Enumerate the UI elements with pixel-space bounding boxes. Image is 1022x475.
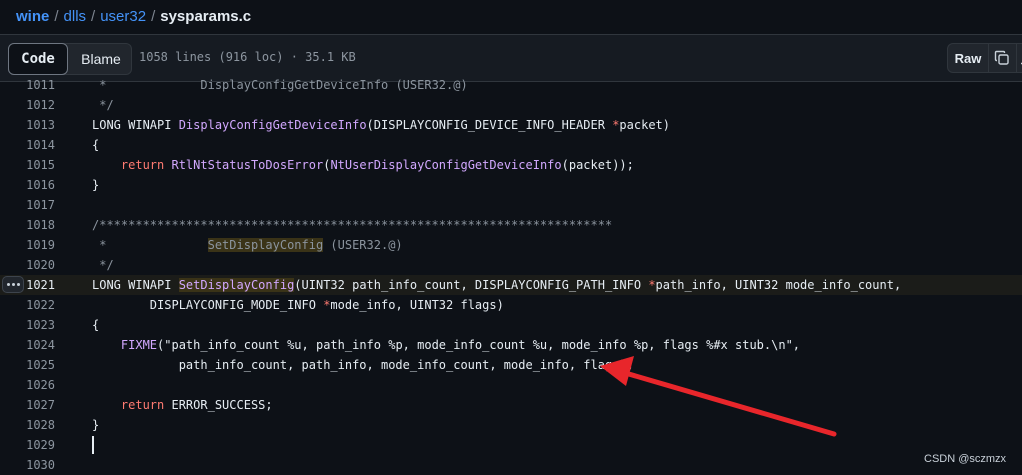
line-content: return RtlNtStatusToDosError(NtUserDispl… [120, 158, 634, 172]
line-content: { [92, 318, 100, 332]
line-number[interactable]: 1029 [0, 435, 55, 455]
code-line: 1015 return RtlNtStatusToDosError(NtUser… [0, 155, 1022, 175]
code-line: 1016} [0, 175, 1022, 195]
breadcrumb-separator: / [91, 8, 96, 25]
line-content: } [92, 418, 100, 432]
line-content: DISPLAYCONFIG_MODE_INFO *mode_info, UINT… [92, 298, 504, 312]
line-content: LONG WINAPI SetDisplayConfig(UINT32 path… [92, 278, 902, 292]
code-line: 1025 path_info_count, path_info, mode_in… [0, 355, 1022, 375]
breadcrumb-file-name: sysparams.c [160, 8, 252, 25]
line-number[interactable]: 1017 [0, 195, 55, 215]
code-line: 1018 /***********************************… [0, 215, 1022, 235]
line-number[interactable]: 1015 [0, 155, 55, 175]
line-number[interactable]: 1012 [0, 95, 55, 115]
code-line: 1027 return ERROR_SUCCESS; [0, 395, 1022, 415]
watermark: CSDN @sczmzx [924, 453, 1007, 465]
highlighted-symbol: DisplayConfigGetDeviceInfo [200, 78, 389, 92]
code-line: 1011 * DisplayConfigGetDeviceInfo (USER3… [0, 75, 1022, 95]
code-line-highlighted: 1021 LONG WINAPI SetDisplayConfig(UINT32 … [0, 275, 1022, 295]
raw-button[interactable]: Raw [948, 44, 989, 72]
copy-raw-button[interactable] [988, 44, 1017, 72]
line-number[interactable]: 1018 [0, 215, 55, 235]
code-line: 1024 FIXME("path_info_count %u, path_inf… [0, 335, 1022, 355]
line-number[interactable]: 1024 [0, 335, 55, 355]
code-view-button[interactable]: Code [8, 43, 68, 75]
highlighted-symbol: SetDisplayConfig [207, 238, 324, 252]
blame-view-button[interactable]: Blame [69, 43, 133, 75]
line-number[interactable]: 1023 [0, 315, 55, 335]
code-line: 1026 [0, 375, 1022, 395]
line-content: LONG WINAPI DisplayConfigGetDeviceInfo(D… [92, 118, 670, 132]
code-line: 1023 { [0, 315, 1022, 335]
kebab-dot [11, 283, 15, 286]
code-line: 1013 LONG WINAPI DisplayConfigGetDeviceIn… [0, 115, 1022, 135]
breadcrumb: wine / dlls / user32 / sysparams.c [0, 0, 1022, 33]
code-line: 1029 [0, 435, 1022, 455]
line-content: * SetDisplayConfig (USER32.@) [92, 238, 403, 252]
line-content: */ [92, 258, 114, 272]
line-content: } [92, 178, 100, 192]
kebab-dot [6, 283, 10, 286]
code-line: 1019 * SetDisplayConfig (USER32.@) [0, 235, 1022, 255]
line-number[interactable]: 1027 [0, 395, 55, 415]
line-content: path_info_count, path_info, mode_info_co… [92, 358, 634, 372]
code-line: 1030 [0, 455, 1022, 475]
line-number[interactable]: 1016 [0, 175, 55, 195]
line-number[interactable]: 1022 [0, 295, 55, 315]
code-line: 1014 { [0, 135, 1022, 155]
line-content: { [92, 138, 100, 152]
breadcrumb-user32-link[interactable]: user32 [100, 8, 146, 25]
line-options-button[interactable] [2, 276, 24, 293]
line-number[interactable]: 1014 [0, 135, 55, 155]
text-cursor [92, 436, 94, 454]
line-content: FIXME("path_info_count %u, path_info %p,… [120, 338, 801, 352]
download-raw-button[interactable] [1016, 44, 1022, 72]
breadcrumb-repo-link[interactable]: wine [16, 8, 49, 25]
view-mode-toggle: Code Blame [8, 43, 132, 75]
line-number[interactable]: 1026 [0, 375, 55, 395]
line-number[interactable]: 1028 [0, 415, 55, 435]
code-line: 1012 */ [0, 95, 1022, 115]
code-line: 1020 */ [0, 255, 1022, 275]
code-line: 1028} [0, 415, 1022, 435]
line-number[interactable]: 1019 [0, 235, 55, 255]
breadcrumb-separator: / [151, 8, 156, 25]
line-number[interactable]: 1011 [0, 75, 55, 95]
line-number[interactable]: 1025 [0, 355, 55, 375]
copy-icon [994, 50, 1009, 65]
kebab-dot [16, 283, 20, 286]
line-content: */ [92, 98, 114, 112]
line-number[interactable]: 1013 [0, 115, 55, 135]
breadcrumb-separator: / [54, 8, 59, 25]
line-content: return ERROR_SUCCESS; [120, 398, 273, 412]
file-info: 1058 lines (916 loc) · 35.1 KB [139, 50, 356, 64]
breadcrumb-dlls-link[interactable]: dlls [64, 8, 87, 25]
line-number[interactable]: 1020 [0, 255, 55, 275]
raw-actions-group: Raw [947, 43, 1022, 73]
line-number[interactable]: 1030 [0, 455, 55, 475]
code-view: 1011 * DisplayConfigGetDeviceInfo (USER3… [0, 75, 1022, 475]
line-content: * DisplayConfigGetDeviceInfo (USER32.@) [92, 78, 468, 92]
code-line: 1017 [0, 195, 1022, 215]
code-line: 1022 DISPLAYCONFIG_MODE_INFO *mode_info,… [0, 295, 1022, 315]
line-content: /***************************************… [92, 218, 613, 232]
